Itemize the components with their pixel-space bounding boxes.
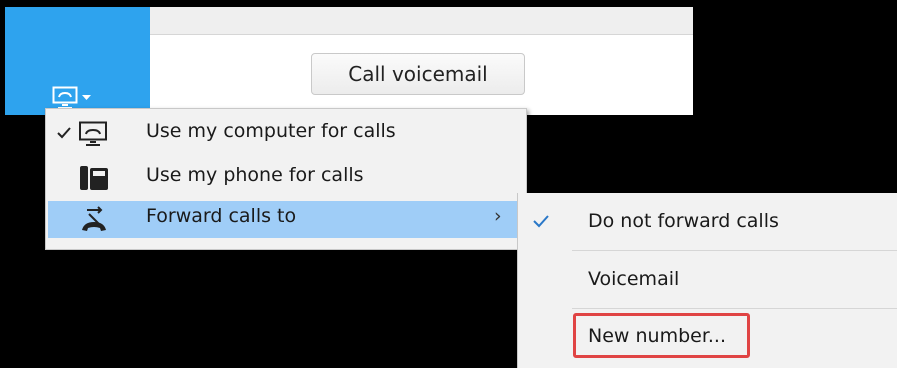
monitor-phone-icon [52,86,78,109]
menu-item-label: Use my computer for calls [146,120,396,142]
menu-item-forward-calls[interactable]: Forward calls to › [48,201,524,238]
app-sidebar-tab [5,7,150,115]
menu-item-use-phone[interactable]: Use my phone for calls [48,160,524,197]
top-bar [150,7,693,35]
menu-item-use-computer[interactable]: Use my computer for calls [48,116,524,153]
checkmark-icon [533,215,549,228]
callout-highlight [573,313,750,358]
submenu-item-do-not-forward[interactable]: Do not forward calls [518,193,897,250]
checkmark-icon [57,127,71,139]
menu-item-label: Forward calls to [146,205,297,227]
forward-call-icon [82,206,106,231]
caret-down-icon [82,95,91,100]
monitor-phone-icon [79,121,107,146]
submenu-item-voicemail[interactable]: Voicemail [518,251,897,308]
device-menu: Use my computer for calls Use my phone f… [45,108,527,250]
submenu-item-label: Do not forward calls [588,210,779,232]
call-voicemail-button[interactable]: Call voicemail [311,53,525,95]
submenu-item-label: Voicemail [588,268,680,290]
desk-phone-icon [80,166,108,190]
menu-item-label: Use my phone for calls [146,164,364,186]
submenu-arrow-icon: › [494,205,502,227]
